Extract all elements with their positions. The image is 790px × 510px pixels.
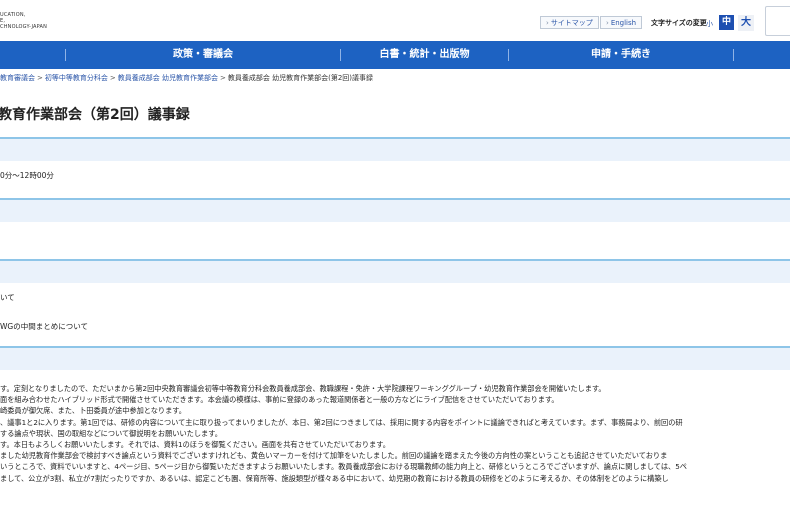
nav-item-policy[interactable]: 政策・審議会: [66, 41, 340, 69]
section-header-date: [0, 137, 790, 161]
minutes-line: 面を組み合わせたハイブリッド形式で開催させていただきます。本会議の模様は、事前に…: [0, 395, 559, 405]
minutes-line: まして、公立が3割、私立が7割だったりですか、あるいは、認定こども園、保育所等、…: [0, 473, 669, 483]
minutes-line: いうところで、資料でいいますと、4ページ目、5ページ目から御覧いただきますようお…: [0, 462, 687, 472]
font-size-label: 文字サイズの変更: [651, 19, 707, 27]
font-size-small-button[interactable]: 小: [706, 19, 713, 29]
chevron-right-icon: ›: [546, 19, 549, 27]
english-label: English: [610, 19, 637, 27]
sitemap-label: サイトマップ: [550, 19, 593, 27]
logo-line: CHNOLOGY-JAPAN: [0, 24, 48, 30]
agenda-item: いて: [0, 293, 15, 302]
breadcrumb-link[interactable]: 教員養成部会 幼児教育作業部会: [118, 74, 218, 82]
section-header-agenda: [0, 259, 790, 283]
minutes-line: ました幼児教育作業部会で検討すべき論点という資料でございますけれども、黄色いマー…: [0, 451, 668, 461]
font-size-large-button[interactable]: 大: [738, 15, 754, 31]
nav-divider: [733, 49, 734, 61]
meeting-time: 0分～12時00分: [0, 171, 54, 180]
breadcrumb-link[interactable]: 初等中等教育分科会: [45, 74, 108, 82]
minutes-line: 、議事1と2に入ります。第1回では、研修の内容について主に取り扱ってまいりました…: [0, 417, 683, 427]
breadcrumb-separator: >: [37, 74, 43, 82]
page-title: 教育作業部会（第2回）議事録: [0, 107, 190, 123]
breadcrumb-link[interactable]: 教育審議会: [0, 74, 35, 82]
breadcrumb: 教育審議会 > 初等中等教育分科会 > 教員養成部会 幼児教育作業部会 > 教員養成部会 幼…: [0, 73, 373, 83]
global-nav: 政策・審議会 白書・統計・出版物 申請・手続き: [0, 41, 790, 69]
english-link[interactable]: › English: [600, 16, 643, 29]
nav-item-publications[interactable]: 白書・統計・出版物: [341, 41, 508, 69]
breadcrumb-separator: >: [219, 74, 226, 82]
minutes-line: する論点や現状、国の取組などについて御説明をお願いいたします。: [0, 428, 222, 438]
font-size-medium-button[interactable]: 中: [719, 15, 734, 30]
breadcrumb-current: 教員養成部会 幼児教育作業部会(第2回)議事録: [227, 74, 373, 82]
section-header-minutes: [0, 346, 790, 370]
chevron-right-icon: ›: [606, 19, 609, 27]
search-input[interactable]: [765, 6, 790, 36]
sitemap-link[interactable]: › サイトマップ: [540, 16, 599, 29]
site-logo[interactable]: UCATION, E, CHNOLOGY-JAPAN: [0, 12, 47, 30]
site-header: UCATION, E, CHNOLOGY-JAPAN › サイトマップ › Engl…: [0, 0, 790, 40]
minutes-line: 崎委員が御欠席、また、卜田委員が途中参加となります。: [0, 406, 186, 416]
minutes-line: す。定刻となりましたので、ただいまから第2回中央教育審議会初等中等教育分科会教員…: [0, 384, 606, 393]
section-header-venue: [0, 198, 790, 222]
agenda-item: WGの中間まとめについて: [0, 322, 89, 331]
minutes-body: す。定刻となりましたので、ただいまから第2回中央教育審議会初等中等教育分科会教員…: [0, 383, 790, 484]
nav-item-applications[interactable]: 申請・手続き: [509, 41, 733, 69]
minutes-line: す。本日もよろしくお願いいたします。それでは、資料1のほうを御覧ください。画面を…: [0, 439, 390, 449]
breadcrumb-separator: >: [109, 74, 116, 82]
